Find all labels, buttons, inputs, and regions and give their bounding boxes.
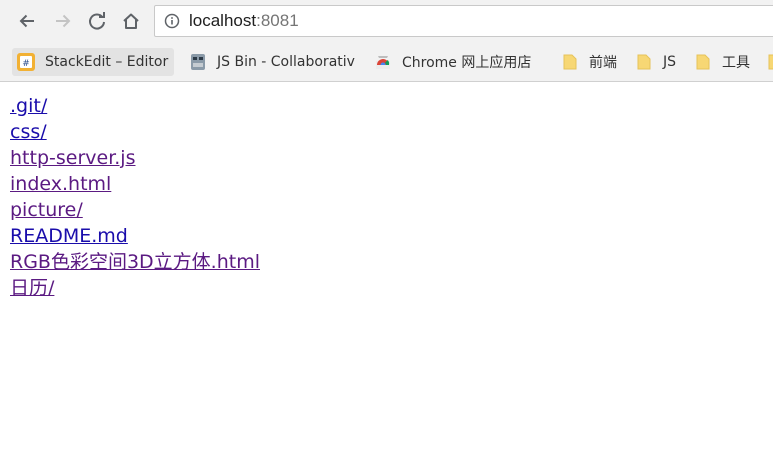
bookmark-jsbin[interactable]: JS Bin - Collaborativ [188, 48, 360, 76]
bookmark-label: JS [663, 54, 677, 70]
bookmark-folder-frontend[interactable]: 前端 [560, 48, 617, 76]
directory-listing: .git/ css/ http-server.js index.html pic… [10, 93, 750, 301]
reload-icon [89, 12, 105, 30]
listing-link-picture[interactable]: picture/ [10, 197, 750, 223]
back-button[interactable] [12, 6, 42, 36]
home-button[interactable] [116, 6, 146, 36]
bookmark-folder-overflow[interactable] [765, 48, 773, 76]
url-text: localhost:8081 [189, 11, 299, 31]
url-host: localhost [189, 11, 257, 30]
forward-arrow-icon [56, 14, 71, 28]
back-arrow-icon [19, 14, 34, 28]
listing-link-readme[interactable]: README.md [10, 223, 750, 249]
home-icon [123, 13, 139, 29]
page-content: .git/ css/ http-server.js index.html pic… [10, 93, 750, 301]
bookmark-folder-js[interactable]: JS [634, 48, 676, 76]
listing-link-index[interactable]: index.html [10, 171, 750, 197]
bookmark-label: JS Bin - Collaborativ [217, 54, 355, 70]
folder-icon [693, 52, 713, 72]
jsbin-icon [188, 52, 208, 72]
bookmarks-bar: # StackEdit – Editor JS Bin - Collaborat… [0, 42, 773, 82]
bookmark-stackedit[interactable]: # StackEdit – Editor [12, 48, 175, 76]
listing-link-git[interactable]: .git/ [10, 93, 750, 119]
bookmark-label: 前端 [589, 55, 617, 71]
listing-link-calendar[interactable]: 日历/ [10, 275, 750, 301]
chrome-webstore-icon [373, 52, 393, 72]
folder-icon [560, 52, 580, 72]
forward-button[interactable] [48, 6, 78, 36]
info-circle-icon[interactable] [164, 13, 180, 29]
listing-link-rgb-cube[interactable]: RGB色彩空间3D立方体.html [10, 249, 750, 275]
listing-link-http-server[interactable]: http-server.js [10, 145, 750, 171]
address-bar[interactable]: localhost:8081 [154, 5, 773, 37]
browser-toolbar: localhost:8081 [0, 0, 773, 42]
url-port: :8081 [256, 11, 299, 30]
bookmark-label: Chrome 网上应用店 [402, 55, 532, 71]
bookmark-chrome-webstore[interactable]: Chrome 网上应用店 [373, 48, 531, 76]
folder-icon [634, 52, 654, 72]
reload-button[interactable] [82, 6, 112, 36]
svg-text:#: # [22, 59, 30, 69]
bookmark-label: StackEdit – Editor [45, 54, 169, 70]
bookmark-label: 工具 [722, 55, 750, 71]
bookmark-folder-tools[interactable]: 工具 [693, 48, 750, 76]
listing-link-css[interactable]: css/ [10, 119, 750, 145]
stackedit-icon: # [16, 52, 36, 72]
folder-icon [765, 52, 773, 72]
